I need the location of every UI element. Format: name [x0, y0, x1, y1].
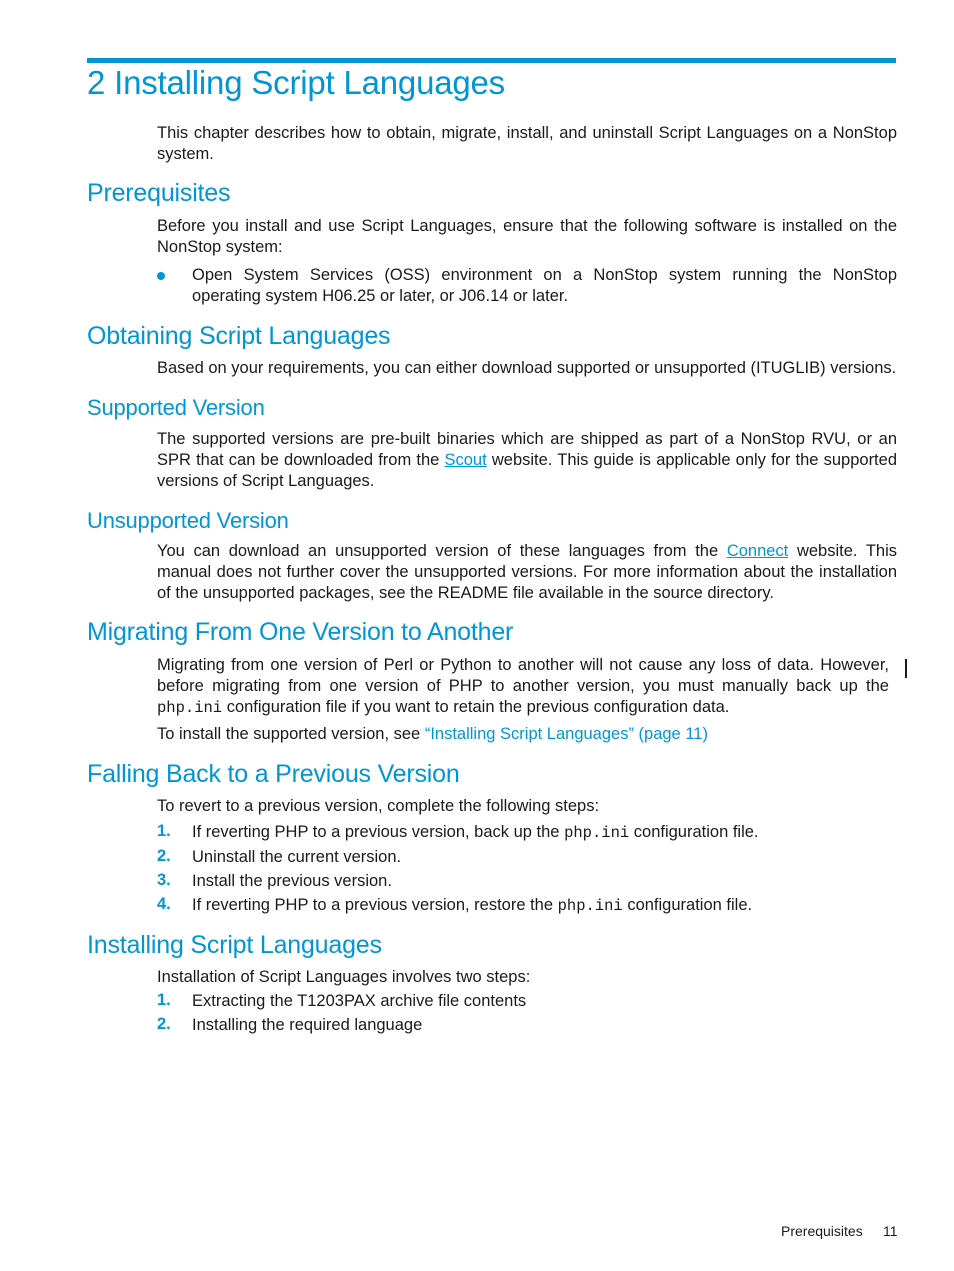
step-number: 2. — [157, 847, 171, 865]
falling-back-text: To revert to a previous version, complet… — [157, 797, 600, 815]
connect-link[interactable]: Connect — [727, 542, 788, 560]
prerequisites-bullet: Open System Services (OSS) environment o… — [192, 266, 897, 305]
change-bar — [905, 659, 907, 678]
falling-back-step: If reverting PHP to a previous version, … — [192, 895, 897, 917]
migrating-install-text: To install the supported version, see “I… — [157, 724, 897, 745]
footer-section: Prerequisites — [781, 1223, 863, 1239]
php-ini-code: php.ini — [564, 824, 630, 842]
php-ini-code: php.ini — [557, 897, 623, 915]
falling-back-step: Install the previous version. — [192, 872, 392, 890]
falling-back-step: If reverting PHP to a previous version, … — [192, 822, 897, 844]
step-text: If reverting PHP to a previous version, … — [192, 823, 565, 841]
scout-link[interactable]: Scout — [444, 451, 486, 469]
heading-migrating: Migrating From One Version to Another — [87, 618, 514, 646]
obtaining-text: Based on your requirements, you can eith… — [157, 359, 897, 377]
heading-unsupported-version: Unsupported Version — [87, 508, 289, 533]
step-number: 1. — [157, 991, 171, 1009]
chapter-intro: This chapter describes how to obtain, mi… — [157, 124, 897, 163]
installing-text: Installation of Script Languages involve… — [157, 968, 531, 986]
heading-prerequisites: Prerequisites — [87, 179, 231, 207]
unsupported-text: You can download an unsupported version … — [157, 541, 897, 604]
step-number: 3. — [157, 871, 171, 889]
step-number: 4. — [157, 895, 171, 913]
step-text: configuration file. — [629, 823, 759, 841]
step-number: 1. — [157, 822, 171, 840]
heading-installing: Installing Script Languages — [87, 931, 382, 959]
heading-supported-version: Supported Version — [87, 395, 265, 420]
php-ini-code: php.ini — [157, 699, 223, 717]
unsupported-text-before: You can download an unsupported version … — [157, 542, 727, 560]
chapter-rule — [87, 58, 896, 63]
install-text: To install the supported version, see — [157, 725, 425, 743]
migrating-text: Migrating from one version of Perl or Py… — [157, 655, 889, 719]
prerequisites-text: Before you install and use Script Langua… — [157, 217, 897, 256]
supported-text: The supported versions are pre-built bin… — [157, 429, 897, 492]
step-text: If reverting PHP to a previous version, … — [192, 896, 558, 914]
installing-xref-link[interactable]: “Installing Script Languages” (page 11) — [425, 725, 708, 743]
footer-page-number: 11 — [883, 1223, 898, 1239]
bullet-icon — [157, 272, 165, 280]
falling-back-step: Uninstall the current version. — [192, 848, 402, 866]
migrating-text-before: Migrating from one version of Perl or Py… — [157, 656, 889, 695]
migrating-text-after: configuration file if you want to retain… — [222, 698, 730, 716]
step-text: configuration file. — [622, 896, 753, 914]
heading-obtaining: Obtaining Script Languages — [87, 322, 391, 350]
installing-step: Extracting the T1203PAX archive file con… — [192, 992, 527, 1010]
installing-step: Installing the required language — [192, 1016, 423, 1034]
heading-falling-back: Falling Back to a Previous Version — [87, 760, 460, 788]
chapter-title: 2 Installing Script Languages — [87, 64, 505, 101]
step-number: 2. — [157, 1015, 171, 1033]
